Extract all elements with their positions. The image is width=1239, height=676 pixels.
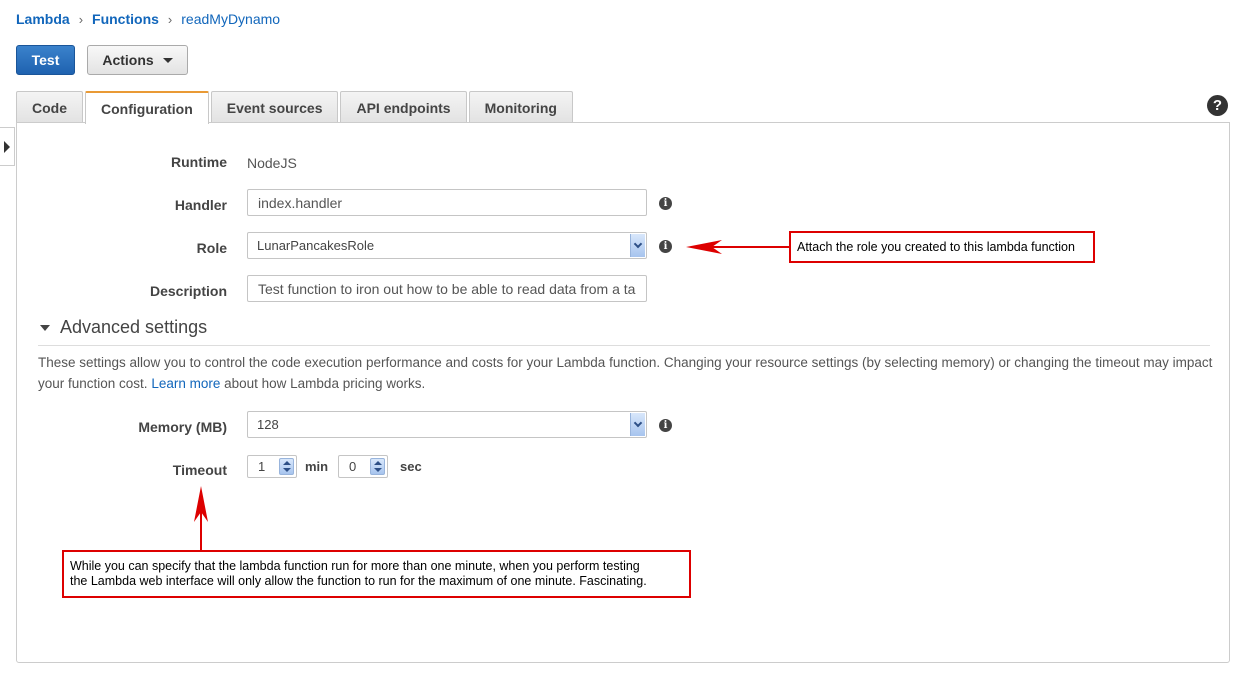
timeout-annotation-line2: the Lambda web interface will only allow…: [70, 574, 647, 588]
tab-configuration[interactable]: Configuration: [85, 91, 209, 124]
timeout-annotation-line1: While you can specify that the lambda fu…: [70, 559, 640, 573]
timeout-annotation-callout: While you can specify that the lambda fu…: [62, 550, 691, 598]
role-annotation-callout: Attach the role you created to this lamb…: [789, 231, 1095, 263]
role-annotation-text: Attach the role you created to this lamb…: [797, 239, 1075, 254]
